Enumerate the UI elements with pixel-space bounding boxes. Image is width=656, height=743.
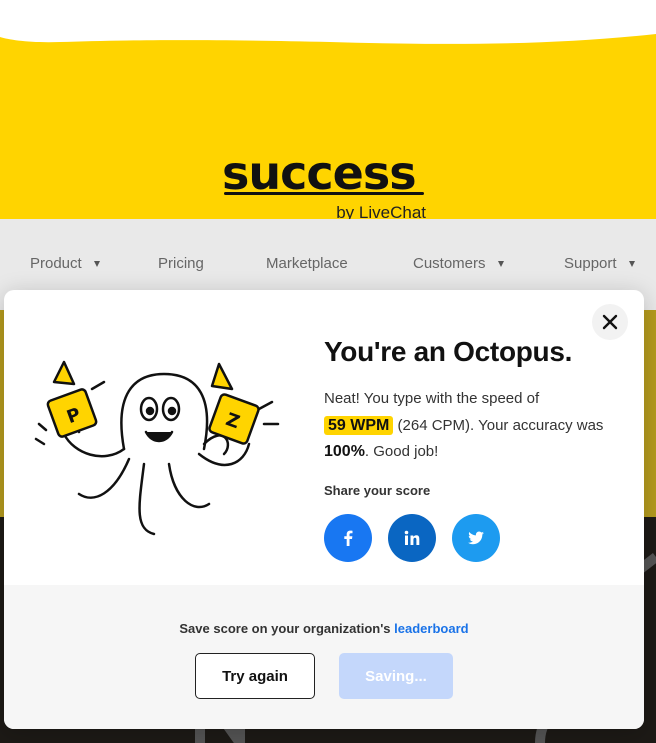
twitter-icon xyxy=(468,531,484,545)
share-facebook-button[interactable] xyxy=(324,514,372,562)
nav-item-pricing[interactable]: Pricing xyxy=(158,255,204,272)
score-modal: P Z You're an Octopus. Neat! You type wi… xyxy=(4,290,644,729)
nav-item-marketplace[interactable]: Marketplace xyxy=(266,255,348,272)
share-twitter-button[interactable] xyxy=(452,514,500,562)
caret-down-icon xyxy=(628,261,635,267)
octopus-illustration: P Z xyxy=(34,360,280,536)
nav-label: Support xyxy=(564,255,617,272)
close-button[interactable] xyxy=(592,304,628,340)
close-icon xyxy=(602,314,618,330)
linkedin-icon xyxy=(404,530,420,545)
result-outro: . Good job! xyxy=(364,443,439,460)
leaderboard-link[interactable]: leaderboard xyxy=(394,621,468,636)
nav-label: Pricing xyxy=(158,255,204,272)
saving-button[interactable]: Saving... xyxy=(339,653,453,699)
result-intro: Neat! You type with the speed of xyxy=(324,390,540,407)
share-linkedin-button[interactable] xyxy=(388,514,436,562)
nav-item-support[interactable]: Support xyxy=(564,255,635,272)
nav-item-customers[interactable]: Customers xyxy=(413,255,504,272)
wpm-badge: 59 WPM xyxy=(324,415,394,435)
top-wave-band xyxy=(0,0,656,60)
nav-label: Product xyxy=(30,255,82,272)
caret-down-icon xyxy=(497,261,504,267)
result-heading: You're an Octopus. xyxy=(324,336,573,367)
share-label: Share your score xyxy=(324,483,431,498)
modal-footer: Save score on your organization's leader… xyxy=(4,585,644,729)
try-again-button[interactable]: Try again xyxy=(195,653,315,699)
facebook-icon xyxy=(344,530,353,546)
caret-down-icon xyxy=(93,261,100,267)
nav-label: Customers xyxy=(413,255,486,272)
logo-underline xyxy=(224,192,424,195)
result-summary: Neat! You type with the speed of 59 WPM … xyxy=(324,386,609,466)
nav-label: Marketplace xyxy=(266,255,348,272)
result-cpm: (264 CPM). Your accuracy was xyxy=(397,416,604,434)
save-score-text: Save score on your organization's leader… xyxy=(4,621,644,636)
accuracy-value: 100% xyxy=(324,443,365,460)
logo-wordmark: success xyxy=(222,146,417,200)
success-logo[interactable]: success by LiveChat xyxy=(222,146,428,222)
save-prefix: Save score on your organization's xyxy=(179,621,391,636)
nav-item-product[interactable]: Product xyxy=(30,255,100,272)
